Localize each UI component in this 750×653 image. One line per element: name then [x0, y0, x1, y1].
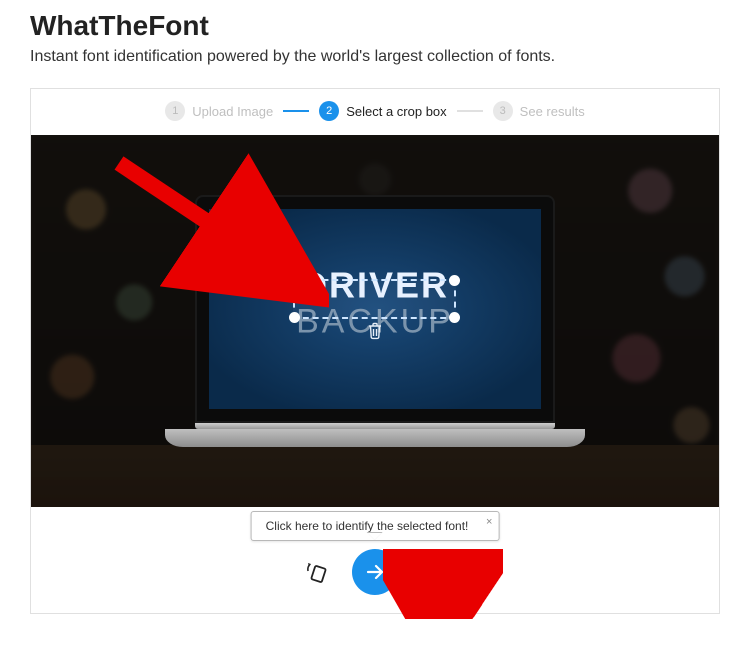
- crop-handle-tl[interactable]: [289, 275, 300, 286]
- step-2: 2 Select a crop box: [319, 101, 446, 121]
- add-crop-box-button[interactable]: [420, 559, 446, 585]
- step-number: 2: [319, 101, 339, 121]
- identify-font-button[interactable]: [352, 549, 398, 595]
- step-indicator: 1 Upload Image 2 Select a crop box 3 See…: [31, 89, 719, 135]
- rotate-button[interactable]: [304, 559, 330, 585]
- step-connector: [457, 110, 483, 112]
- crop-handle-tr[interactable]: [449, 275, 460, 286]
- tooltip-text: Click here to identify the selected font…: [266, 519, 469, 533]
- crop-handle-bl[interactable]: [289, 312, 300, 323]
- step-connector: [283, 110, 309, 112]
- crop-handle-br[interactable]: [449, 312, 460, 323]
- arrow-right-icon: [364, 561, 386, 583]
- step-number: 1: [165, 101, 185, 121]
- crop-box[interactable]: [293, 279, 456, 319]
- page-subtitle: Instant font identification powered by t…: [30, 48, 720, 66]
- bottom-toolbar-area: Click here to identify the selected font…: [31, 507, 719, 613]
- tooltip-close-button[interactable]: ×: [486, 516, 492, 528]
- step-label: Upload Image: [192, 104, 273, 119]
- step-1: 1 Upload Image: [165, 101, 273, 121]
- trash-icon[interactable]: [367, 322, 383, 345]
- page-title: WhatTheFont: [30, 10, 720, 42]
- laptop-graphic: DRIVER BACKUP: [195, 195, 555, 447]
- identify-tooltip: Click here to identify the selected font…: [251, 511, 500, 541]
- crop-box-icon: [421, 560, 445, 584]
- step-label: See results: [520, 104, 585, 119]
- main-panel: 1 Upload Image 2 Select a crop box 3 See…: [30, 88, 720, 614]
- step-number: 3: [493, 101, 513, 121]
- rotate-icon: [304, 559, 330, 585]
- step-label: Select a crop box: [346, 104, 446, 119]
- image-crop-area[interactable]: DRIVER BACKUP: [31, 135, 719, 507]
- step-3: 3 See results: [493, 101, 585, 121]
- toolbar: [304, 549, 446, 595]
